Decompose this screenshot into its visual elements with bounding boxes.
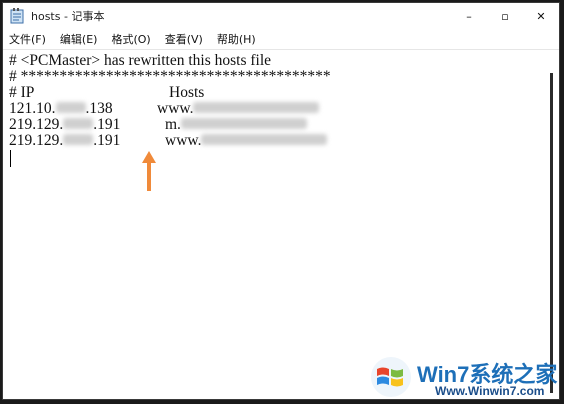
maximize-button[interactable]: ▫ bbox=[487, 3, 523, 29]
title-bar[interactable]: hosts - 记事本 – ▫ ✕ bbox=[3, 3, 559, 29]
hosts-row: 121.10. .138 www. bbox=[9, 101, 539, 117]
hostname: www. bbox=[165, 133, 328, 149]
hosts-row: 219.129. .191 m. bbox=[9, 117, 539, 133]
ip-address: 219.129. .191 bbox=[9, 132, 121, 149]
redacted-text bbox=[63, 118, 94, 130]
editor-line: # **************************************… bbox=[9, 68, 331, 85]
text-editor[interactable]: # <PCMaster> has rewritten this hosts fi… bbox=[9, 53, 539, 391]
menu-view[interactable]: 查看(V) bbox=[165, 31, 203, 47]
ip-column-header: # IP bbox=[9, 84, 35, 101]
close-button[interactable]: ✕ bbox=[523, 3, 559, 29]
hosts-header-row: # IP Hosts bbox=[9, 85, 539, 101]
arrow-up-icon bbox=[142, 151, 156, 191]
ip-address: 121.10. .138 bbox=[9, 100, 113, 117]
vertical-scrollbar[interactable] bbox=[550, 73, 553, 393]
redacted-text bbox=[201, 134, 328, 146]
hostname: m. bbox=[165, 117, 307, 133]
redacted-text bbox=[180, 118, 307, 130]
menu-bar: 文件(F) 编辑(E) 格式(O) 查看(V) 帮助(H) bbox=[3, 29, 559, 50]
redacted-text bbox=[193, 102, 320, 114]
window-title: hosts - 记事本 bbox=[31, 10, 105, 23]
watermark-url: Www.Winwin7.com bbox=[435, 384, 545, 398]
redacted-text bbox=[63, 134, 94, 146]
hosts-column-header: Hosts bbox=[169, 84, 205, 101]
window-controls: – ▫ ✕ bbox=[451, 3, 559, 29]
editor-line: # <PCMaster> has rewritten this hosts fi… bbox=[9, 53, 272, 69]
menu-help[interactable]: 帮助(H) bbox=[217, 31, 256, 47]
text-cursor bbox=[10, 150, 11, 167]
hosts-row: 219.129. .191 www. bbox=[9, 133, 539, 149]
watermark: Win7系统之家 Www.Winwin7.com bbox=[365, 353, 559, 399]
menu-edit[interactable]: 编辑(E) bbox=[60, 31, 98, 47]
windows-logo-icon bbox=[371, 357, 411, 397]
menu-format[interactable]: 格式(O) bbox=[111, 31, 150, 47]
notepad-icon bbox=[9, 8, 25, 24]
menu-file[interactable]: 文件(F) bbox=[9, 31, 46, 47]
notepad-window: hosts - 记事本 – ▫ ✕ 文件(F) 编辑(E) 格式(O) 查看(V… bbox=[2, 2, 560, 400]
hostname: www. bbox=[157, 101, 320, 117]
redacted-text bbox=[55, 102, 86, 114]
minimize-button[interactable]: – bbox=[451, 3, 487, 29]
ip-address: 219.129. .191 bbox=[9, 116, 121, 133]
